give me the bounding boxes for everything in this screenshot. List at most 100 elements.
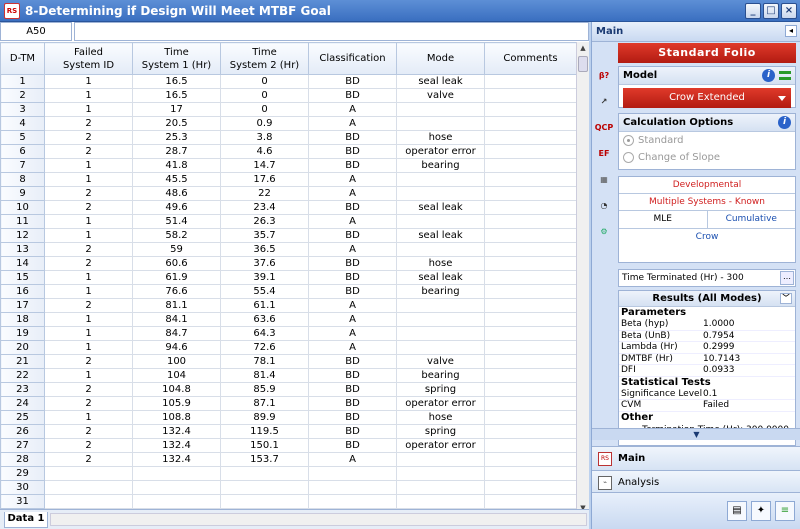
grid-cell[interactable]: 132.4 [132,438,221,453]
grid-cell[interactable]: 2 [44,298,133,313]
grid-cell[interactable] [44,494,133,509]
grid-cell[interactable]: BD [308,200,397,215]
grid-cell[interactable]: 2 [44,424,133,439]
grid-cell[interactable] [484,172,577,187]
row-header[interactable]: 20 [0,340,45,355]
row-header[interactable]: 5 [0,130,45,145]
nav-main[interactable]: RS Main [592,446,800,470]
grid-cell[interactable] [484,410,577,425]
row-header[interactable]: 11 [0,214,45,229]
column-header[interactable]: Comments [484,42,577,75]
equals-icon[interactable] [779,71,791,80]
grid-cell[interactable]: 2 [44,438,133,453]
grid-cell[interactable]: 78.1 [220,354,309,369]
sheet-tab-data1[interactable]: Data 1 [4,512,48,528]
grid-cell[interactable]: bearing [396,158,485,173]
grid-cell[interactable] [132,494,221,509]
grid-cell[interactable]: 0 [220,102,309,117]
row-header[interactable]: 31 [0,494,45,509]
grid-cell[interactable]: BD [308,354,397,369]
grid-cell[interactable]: 4.6 [220,144,309,159]
info-icon[interactable]: i [762,69,775,82]
grid-cell[interactable]: 16.5 [132,88,221,103]
horizontal-scrollbar[interactable] [50,513,587,526]
grid-cell[interactable] [484,144,577,159]
effectiveness-icon[interactable]: EF [594,144,614,164]
grid-cell[interactable] [396,326,485,341]
grid-cell[interactable] [484,88,577,103]
grid-cell[interactable]: 2 [44,256,133,271]
grid-cell[interactable]: 17.6 [220,172,309,187]
grid-cell[interactable] [44,480,133,495]
grid-cell[interactable]: operator error [396,438,485,453]
grid-cell[interactable]: 2 [44,130,133,145]
grid-cell[interactable] [220,494,309,509]
grid-cell[interactable]: A [308,340,397,355]
time-terminated-field[interactable]: Time Terminated (Hr) - 300 … [618,269,796,287]
grid-cell[interactable] [484,312,577,327]
grid-cell[interactable]: 1 [44,368,133,383]
grid-cell[interactable] [484,382,577,397]
grid-cell[interactable]: A [308,298,397,313]
row-header[interactable]: 24 [0,396,45,411]
grid-cell[interactable]: 14.7 [220,158,309,173]
grid-cell[interactable] [484,200,577,215]
grid-cell[interactable]: spring [396,424,485,439]
grid-cell[interactable] [396,494,485,509]
grid-cell[interactable]: 25.3 [132,130,221,145]
plot-icon[interactable]: ↗ [594,92,614,112]
row-header[interactable]: 4 [0,116,45,131]
grid-cell[interactable]: 26.3 [220,214,309,229]
grid-cell[interactable]: 22 [220,186,309,201]
grid-cell[interactable]: 1 [44,74,133,89]
grid-cell[interactable]: 1 [44,410,133,425]
grid-cell[interactable] [484,466,577,481]
calculate-icon[interactable]: β? [594,66,614,86]
grid-cell[interactable] [484,256,577,271]
grid-cell[interactable] [396,312,485,327]
grid-cell[interactable] [396,452,485,467]
row-header[interactable]: 3 [0,102,45,117]
column-header[interactable]: Time System 1 (Hr) [132,42,221,75]
grid-cell[interactable]: 23.4 [220,200,309,215]
grid-cell[interactable]: 2 [44,144,133,159]
grid-cell[interactable]: 41.8 [132,158,221,173]
grid-cell[interactable] [44,466,133,481]
grid-cell[interactable]: A [308,214,397,229]
vertical-scrollbar[interactable]: ▲ ▼ [576,42,589,514]
chevron-down-icon[interactable]: ﹀ [780,293,792,304]
grid-cell[interactable] [484,480,577,495]
grid-cell[interactable]: 20.5 [132,116,221,131]
grid-cell[interactable] [396,242,485,257]
grid-cell[interactable]: BD [308,284,397,299]
book-icon[interactable]: ▤ [727,501,747,521]
row-header[interactable]: 17 [0,298,45,313]
splitter-handle[interactable]: ▼ [592,428,800,440]
grid-cell[interactable]: 2 [44,242,133,257]
row-header[interactable]: 8 [0,172,45,187]
row-header[interactable]: 13 [0,242,45,257]
crow-option[interactable]: Crow [619,229,795,246]
grid-cell[interactable]: 1 [44,340,133,355]
grid-cell[interactable]: BD [308,396,397,411]
grid-cell[interactable]: 45.5 [132,172,221,187]
wizard-icon[interactable]: ✦ [751,501,771,521]
grid-cell[interactable] [484,494,577,509]
report-icon[interactable]: ⚙ [594,222,614,242]
grid-cell[interactable]: 87.1 [220,396,309,411]
grid-cell[interactable]: 1 [44,172,133,187]
grid-cell[interactable]: 81.4 [220,368,309,383]
grid-cell[interactable]: hose [396,256,485,271]
column-header[interactable]: Time System 2 (Hr) [220,42,309,75]
grid-cell[interactable]: 104 [132,368,221,383]
row-header[interactable]: 6 [0,144,45,159]
qcp-icon[interactable]: QCP [594,118,614,138]
grid-cell[interactable]: 3.8 [220,130,309,145]
row-header[interactable]: 21 [0,354,45,369]
grid-cell[interactable] [308,480,397,495]
grid-cell[interactable]: 60.6 [132,256,221,271]
grid-cell[interactable] [484,270,577,285]
grid-cell[interactable]: seal leak [396,74,485,89]
grid-cell[interactable] [308,466,397,481]
grid-cell[interactable]: BD [308,424,397,439]
